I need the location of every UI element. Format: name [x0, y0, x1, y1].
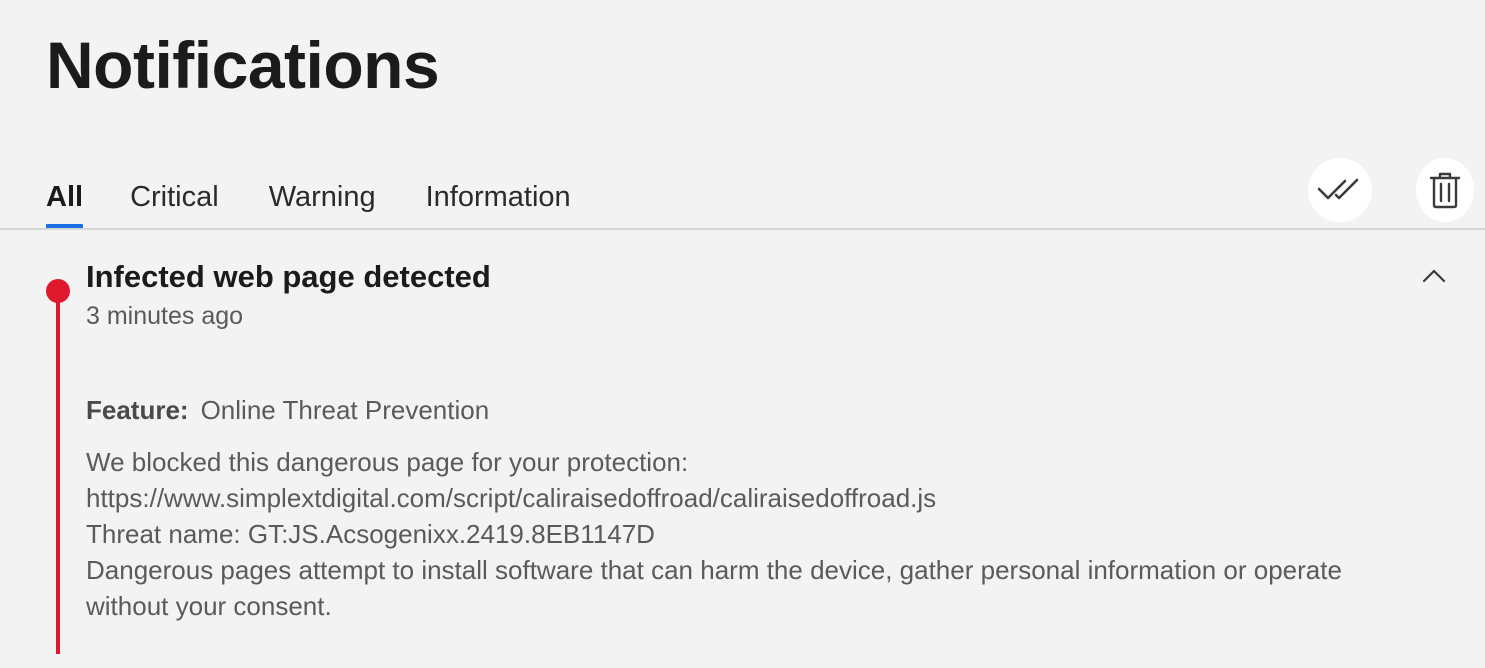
feature-value: Online Threat Prevention: [200, 395, 490, 425]
notification-tabs: All Critical Warning Information: [46, 176, 571, 230]
feature-label: Feature:: [86, 395, 189, 425]
mark-all-read-button[interactable]: [1308, 158, 1372, 222]
tab-all[interactable]: All: [46, 176, 84, 230]
delete-all-button[interactable]: [1416, 158, 1474, 222]
feature-row: Feature: Online Threat Prevention: [86, 392, 489, 428]
blocked-url: https://www.simplextdigital.com/script/c…: [86, 483, 937, 513]
tab-critical[interactable]: Critical: [130, 176, 219, 218]
chevron-up-icon: [1422, 269, 1446, 283]
double-check-icon: [1317, 178, 1359, 200]
trash-icon: [1429, 172, 1461, 209]
tabs-divider: [0, 228, 1485, 230]
body-line: We blocked this dangerous page for your …: [86, 447, 689, 477]
severity-line: [56, 292, 60, 654]
body-line: without your consent.: [86, 591, 332, 621]
severity-dot: [46, 279, 70, 303]
notification-timestamp: 3 minutes ago: [86, 302, 244, 330]
threat-name: Threat name: GT:JS.Acsogenixx.2419.8EB11…: [86, 519, 655, 549]
collapse-button[interactable]: [1418, 262, 1450, 290]
notification-body: We blocked this dangerous page for your …: [86, 444, 1456, 624]
tab-information[interactable]: Information: [426, 176, 571, 218]
page-title: Notifications: [46, 28, 440, 102]
notification-title: Infected web page detected: [86, 259, 491, 294]
body-line: Dangerous pages attempt to install softw…: [86, 555, 1342, 585]
tab-warning[interactable]: Warning: [269, 176, 376, 218]
